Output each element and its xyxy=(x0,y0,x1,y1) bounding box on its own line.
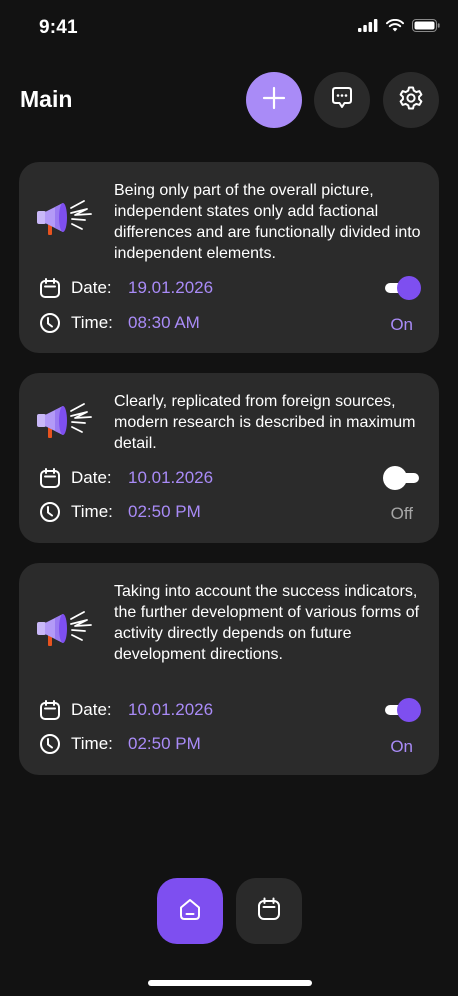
settings-button[interactable] xyxy=(383,72,439,128)
reminder-message: Clearly, replicated from foreign sources… xyxy=(114,393,416,452)
home-indicator xyxy=(148,980,312,986)
toggle-knob xyxy=(397,276,421,300)
page-title: Main xyxy=(20,86,73,112)
toggle-state-label: On xyxy=(390,737,413,756)
toggle-state-label: On xyxy=(390,315,413,334)
megaphone-icon xyxy=(35,609,105,653)
date-label: Date: xyxy=(71,278,112,297)
toggle-knob xyxy=(397,698,421,722)
reminder-toggle[interactable] xyxy=(383,276,421,300)
reminder-card[interactable]: Clearly, replicated from foreign sources… xyxy=(19,373,439,543)
gear-icon xyxy=(397,84,425,117)
calendar-icon xyxy=(39,277,61,299)
reminder-toggle[interactable] xyxy=(383,466,421,490)
calendar-icon xyxy=(39,699,61,721)
time-label: Time: xyxy=(71,734,113,753)
toggle-state-label: Off xyxy=(390,504,413,523)
reminder-card[interactable]: Being only part of the overall picture, … xyxy=(19,162,439,353)
clock-icon xyxy=(39,733,61,755)
toggle-knob xyxy=(383,466,407,490)
signal-icon xyxy=(358,19,378,37)
status-time: 9:41 xyxy=(39,17,78,38)
status-icons xyxy=(358,18,440,37)
reminder-message: Taking into account the success indicato… xyxy=(114,583,420,663)
plus-icon xyxy=(261,85,287,116)
time-row: Time: 02:50 PM xyxy=(39,499,201,525)
clock-icon xyxy=(39,312,61,334)
add-button[interactable] xyxy=(246,72,302,128)
time-row: Time: 08:30 AM xyxy=(39,310,200,336)
date-value: 19.01.2026 xyxy=(128,278,214,297)
date-row: Date: 10.01.2026 xyxy=(39,697,213,723)
reminder-card[interactable]: Taking into account the success indicato… xyxy=(19,563,439,775)
home-icon xyxy=(176,895,204,928)
chat-bubble-icon xyxy=(328,84,356,117)
reminder-toggle[interactable] xyxy=(383,698,421,722)
date-label: Date: xyxy=(71,700,112,719)
time-label: Time: xyxy=(71,502,113,521)
clock-icon xyxy=(39,501,61,523)
megaphone-icon xyxy=(35,401,105,445)
date-value: 10.01.2026 xyxy=(128,700,214,719)
date-row: Date: 19.01.2026 xyxy=(39,275,213,301)
calendar-icon xyxy=(39,467,61,489)
calendar-icon xyxy=(255,895,283,928)
date-value: 10.01.2026 xyxy=(128,468,214,487)
megaphone-icon xyxy=(35,198,105,242)
date-row: Date: 10.01.2026 xyxy=(39,465,213,491)
time-label: Time: xyxy=(71,313,113,332)
nav-calendar-button[interactable] xyxy=(236,878,302,944)
nav-home-button[interactable] xyxy=(157,878,223,944)
status-bar: 9:41 xyxy=(0,0,458,56)
battery-icon xyxy=(412,19,440,37)
date-label: Date: xyxy=(71,468,112,487)
chat-button[interactable] xyxy=(314,72,370,128)
reminder-message: Being only part of the overall picture, … xyxy=(114,182,421,262)
time-value: 02:50 PM xyxy=(128,734,201,753)
wifi-icon xyxy=(386,18,404,37)
time-value: 02:50 PM xyxy=(128,502,201,521)
time-row: Time: 02:50 PM xyxy=(39,731,201,757)
time-value: 08:30 AM xyxy=(128,313,200,332)
